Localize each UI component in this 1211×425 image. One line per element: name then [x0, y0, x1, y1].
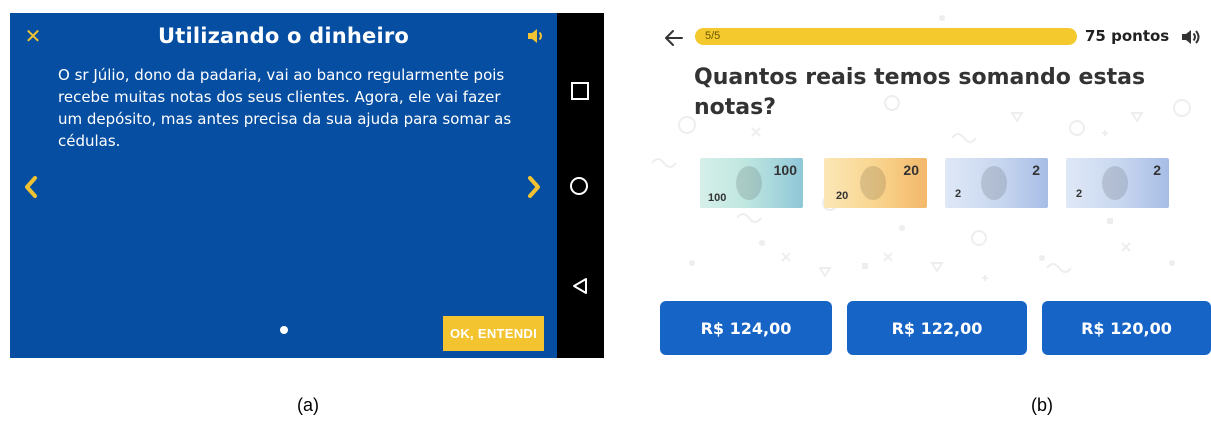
banknote-value: 20 — [903, 162, 919, 178]
answer-button[interactable]: R$ 120,00 — [1042, 301, 1211, 355]
page-indicator-dot — [280, 326, 288, 334]
tutorial-screen: ✕ Utilizando o dinheiro O sr Júlio, dono… — [10, 13, 604, 358]
nav-recents-icon[interactable] — [571, 82, 589, 100]
banknote-value: 2 — [1153, 162, 1161, 178]
speaker-icon[interactable] — [526, 27, 546, 45]
back-arrow-icon[interactable] — [664, 29, 684, 47]
banknote-20: 20 20 — [824, 158, 927, 208]
banknote-value-small: 100 — [708, 192, 727, 204]
speaker-icon[interactable] — [1179, 28, 1201, 46]
banknote-portrait — [860, 166, 886, 200]
caption-a: (a) — [297, 395, 319, 415]
banknote-portrait — [981, 166, 1007, 200]
answer-button[interactable]: R$ 122,00 — [847, 301, 1027, 355]
tutorial-text: O sr Júlio, dono da padaria, vai ao banc… — [58, 66, 512, 150]
android-nav-bar — [557, 13, 604, 358]
ok-button[interactable]: OK, ENTENDI — [443, 316, 544, 351]
caption-b: (b) — [1031, 395, 1053, 415]
progress-label: 5/5 — [705, 30, 721, 42]
progress-bar-fill — [695, 28, 1077, 45]
banknote-100: 100 100 — [700, 158, 803, 208]
progress-bar: 5/5 — [695, 28, 1077, 45]
tutorial-content: ✕ Utilizando o dinheiro O sr Júlio, dono… — [10, 13, 557, 358]
banknote-2: 2 2 — [1066, 158, 1169, 208]
banknote-value: 100 — [773, 162, 797, 178]
banknote-value-small: 2 — [1076, 188, 1083, 200]
nav-back-icon[interactable] — [571, 277, 589, 295]
answer-button[interactable]: R$ 124,00 — [660, 301, 832, 355]
quiz-screen: 5/5 75 pontos Quantos reais temos somand… — [652, 13, 1211, 358]
tutorial-title: Utilizando o dinheiro — [157, 24, 410, 48]
points-label: 75 pontos — [1085, 27, 1170, 45]
banknote-value-small: 20 — [836, 190, 849, 202]
banknote-2: 2 2 — [945, 158, 1048, 208]
nav-home-icon[interactable] — [570, 177, 588, 195]
question-text: Quantos reais temos somando estas notas? — [694, 65, 1146, 120]
banknote-portrait — [736, 166, 762, 200]
banknote-value-small: 2 — [955, 188, 962, 200]
banknote-portrait — [1102, 166, 1128, 200]
chevron-right-icon[interactable] — [526, 175, 542, 199]
chevron-left-icon[interactable] — [23, 175, 39, 199]
banknote-value: 2 — [1032, 162, 1040, 178]
